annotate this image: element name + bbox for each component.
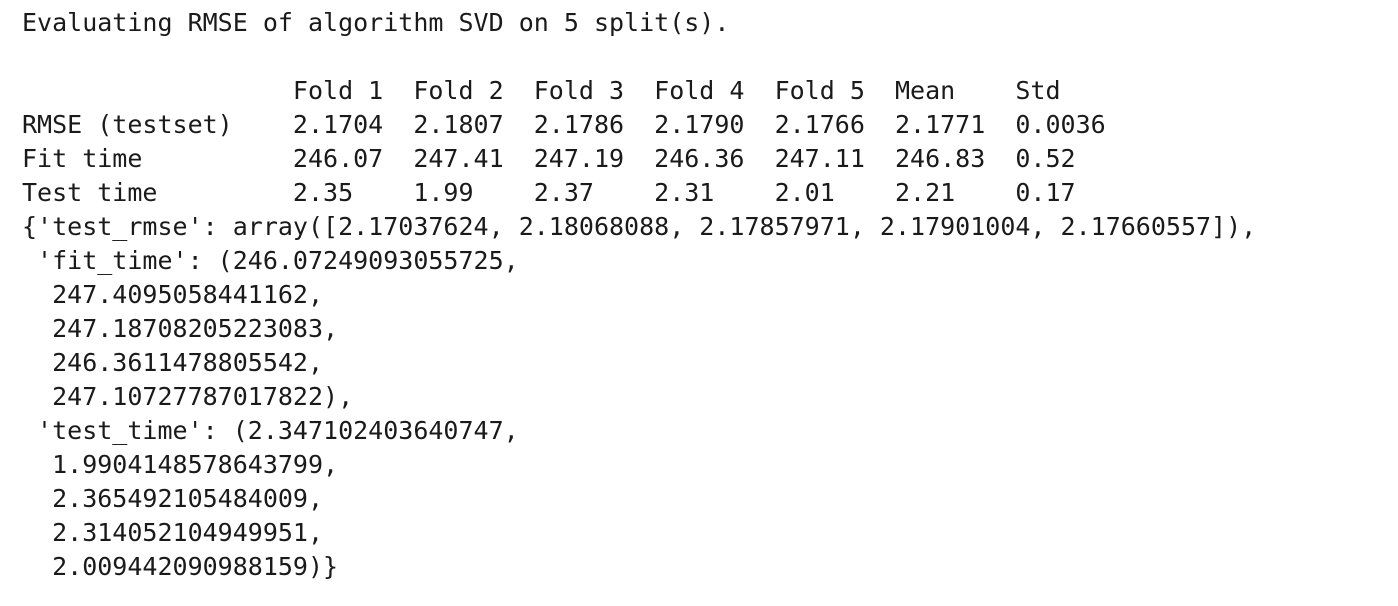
dict-line: 247.10727787017822), (22, 382, 354, 411)
dict-line: {'test_rmse': array([2.17037624, 2.18068… (22, 212, 1257, 241)
dict-line: 'test_time': (2.347102403640747, (22, 416, 519, 445)
dict-line: 247.4095058441162, (22, 280, 324, 309)
dict-line: 2.314052104949951, (22, 518, 324, 547)
cell-output: Evaluating RMSE of algorithm SVD on 5 sp… (22, 6, 1256, 584)
dict-line: 1.9904148578643799, (22, 450, 339, 479)
table-header-row: Fold 1 Fold 2 Fold 3 Fold 4 Fold 5 Mean … (22, 76, 1061, 105)
evaluation-header-text: Evaluating RMSE of algorithm SVD on 5 sp… (22, 8, 730, 37)
results-table: Fold 1 Fold 2 Fold 3 Fold 4 Fold 5 Mean … (22, 74, 1256, 210)
dict-line: 246.3611478805542, (22, 348, 324, 377)
result-dict: {'test_rmse': array([2.17037624, 2.18068… (22, 210, 1256, 584)
dict-line: 247.18708205223083, (22, 314, 339, 343)
table-row-fit-time: Fit time 246.07 247.41 247.19 246.36 247… (22, 144, 1076, 173)
dict-line: 2.009442090988159)} (22, 552, 339, 581)
table-row-rmse: RMSE (testset) 2.1704 2.1807 2.1786 2.17… (22, 110, 1106, 139)
dict-line: 'fit_time': (246.07249093055725, (22, 246, 519, 275)
dict-line: 2.365492105484009, (22, 484, 324, 513)
table-row-test-time: Test time 2.35 1.99 2.37 2.31 2.01 2.21 … (22, 178, 1076, 207)
